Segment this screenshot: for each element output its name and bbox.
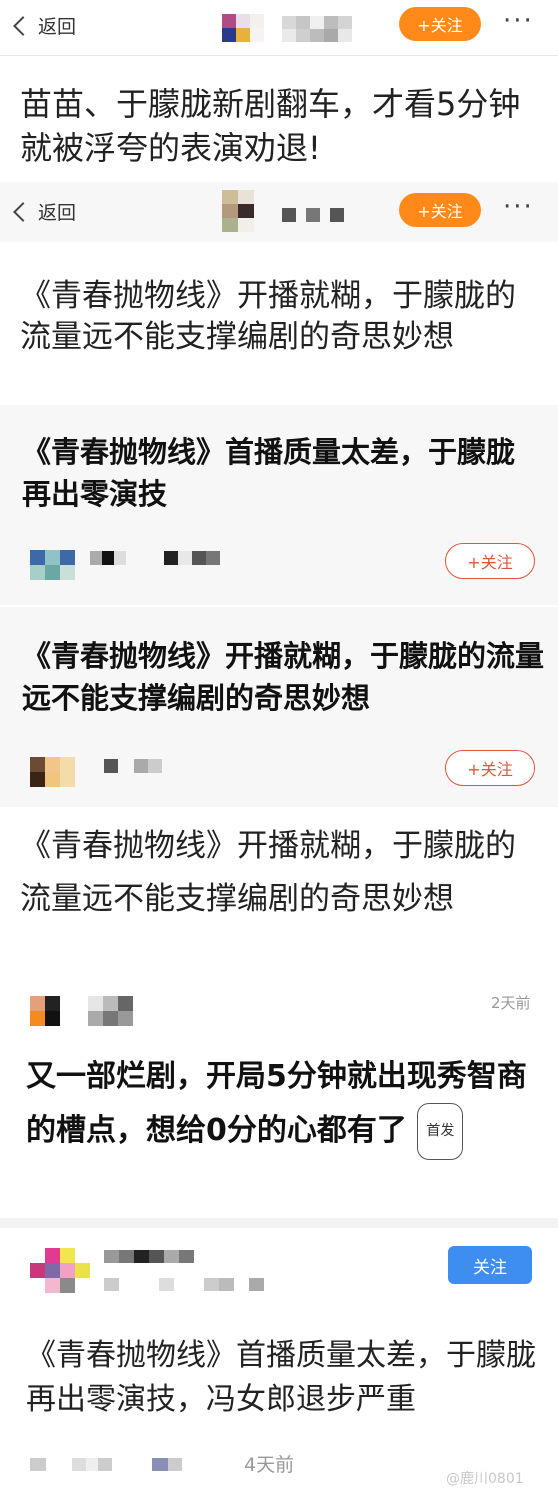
post-time: 2天前 [491,994,531,1012]
username-blurred [90,551,126,565]
follow-button[interactable]: +关注 [445,543,535,579]
feed-post[interactable]: 关注 《青春抛物线》首播质量太差，于朦胧再出零演技，冯女郎退步严重 4天前 @鹿… [0,1240,558,1498]
post-time: 4天前 [244,1454,295,1476]
more-icon[interactable]: ··· [503,192,534,222]
divider [0,55,558,56]
meta-blurred [104,1278,279,1291]
section-divider [0,1218,558,1228]
follow-button[interactable]: +关注 [399,7,481,41]
feed-post[interactable]: 2天前 又一部烂剧，开局5分钟就出现秀智商的槽点，想给0分的心都有了 首发 [0,990,558,1210]
username-blurred [88,996,133,1026]
chevron-left-icon [13,201,33,222]
card-title: 《青春抛物线》开播就糊，于朦胧的流量远不能支撑编剧的奇思妙想 [22,639,545,715]
meta-blurred [30,1458,182,1471]
article-title: 《青春抛物线》开播就糊，于朦胧的流量远不能支撑编剧的奇思妙想 [20,828,516,917]
username-blurred [104,1250,194,1263]
feed-card[interactable]: 《青春抛物线》首播质量太差，于朦胧再出零演技 +关注 [0,405,558,605]
feed-card[interactable]: 《青春抛物线》开播就糊，于朦胧的流量远不能支撑编剧的奇思妙想 +关注 [0,607,558,807]
avatar[interactable] [30,996,60,1026]
username-blurred [104,759,162,773]
back-label: 返回 [38,16,77,38]
avatar[interactable] [30,1248,90,1293]
card-title: 《青春抛物线》首播质量太差，于朦胧再出零演技 [22,435,516,511]
watermark: @鹿川0801 [446,1471,524,1487]
username-blurred [282,208,344,222]
avatar[interactable] [222,14,264,42]
chevron-left-icon [13,15,33,36]
avatar[interactable] [30,550,75,580]
top-bar-2: 返回 +关注 ··· [0,182,558,242]
article-title: 苗苗、于朦胧新剧翻车，才看5分钟就被浮夸的表演劝退! [20,85,521,167]
back-label: 返回 [38,202,77,224]
username-blurred [282,16,352,42]
article-title: 《青春抛物线》开播就糊，于朦胧的流量远不能支撑编剧的奇思妙想 [20,278,516,355]
follow-button[interactable]: +关注 [445,750,535,786]
back-button[interactable]: 返回 [13,198,77,225]
post-title: 《青春抛物线》首播质量太差，于朦胧再出零演技，冯女郎退步严重 [26,1338,536,1417]
avatar[interactable] [222,190,254,232]
avatar[interactable] [30,757,75,787]
back-button[interactable]: 返回 [13,12,77,39]
post-title: 又一部烂剧，开局5分钟就出现秀智商的槽点，想给0分的心都有了 首发 [26,1050,531,1160]
more-icon[interactable]: ··· [503,6,534,36]
follow-button[interactable]: 关注 [448,1246,532,1284]
first-publish-badge: 首发 [417,1103,464,1160]
meta-blurred [164,551,220,565]
top-bar-1: 返回 +关注 ··· [0,0,558,52]
follow-button[interactable]: +关注 [399,193,481,227]
